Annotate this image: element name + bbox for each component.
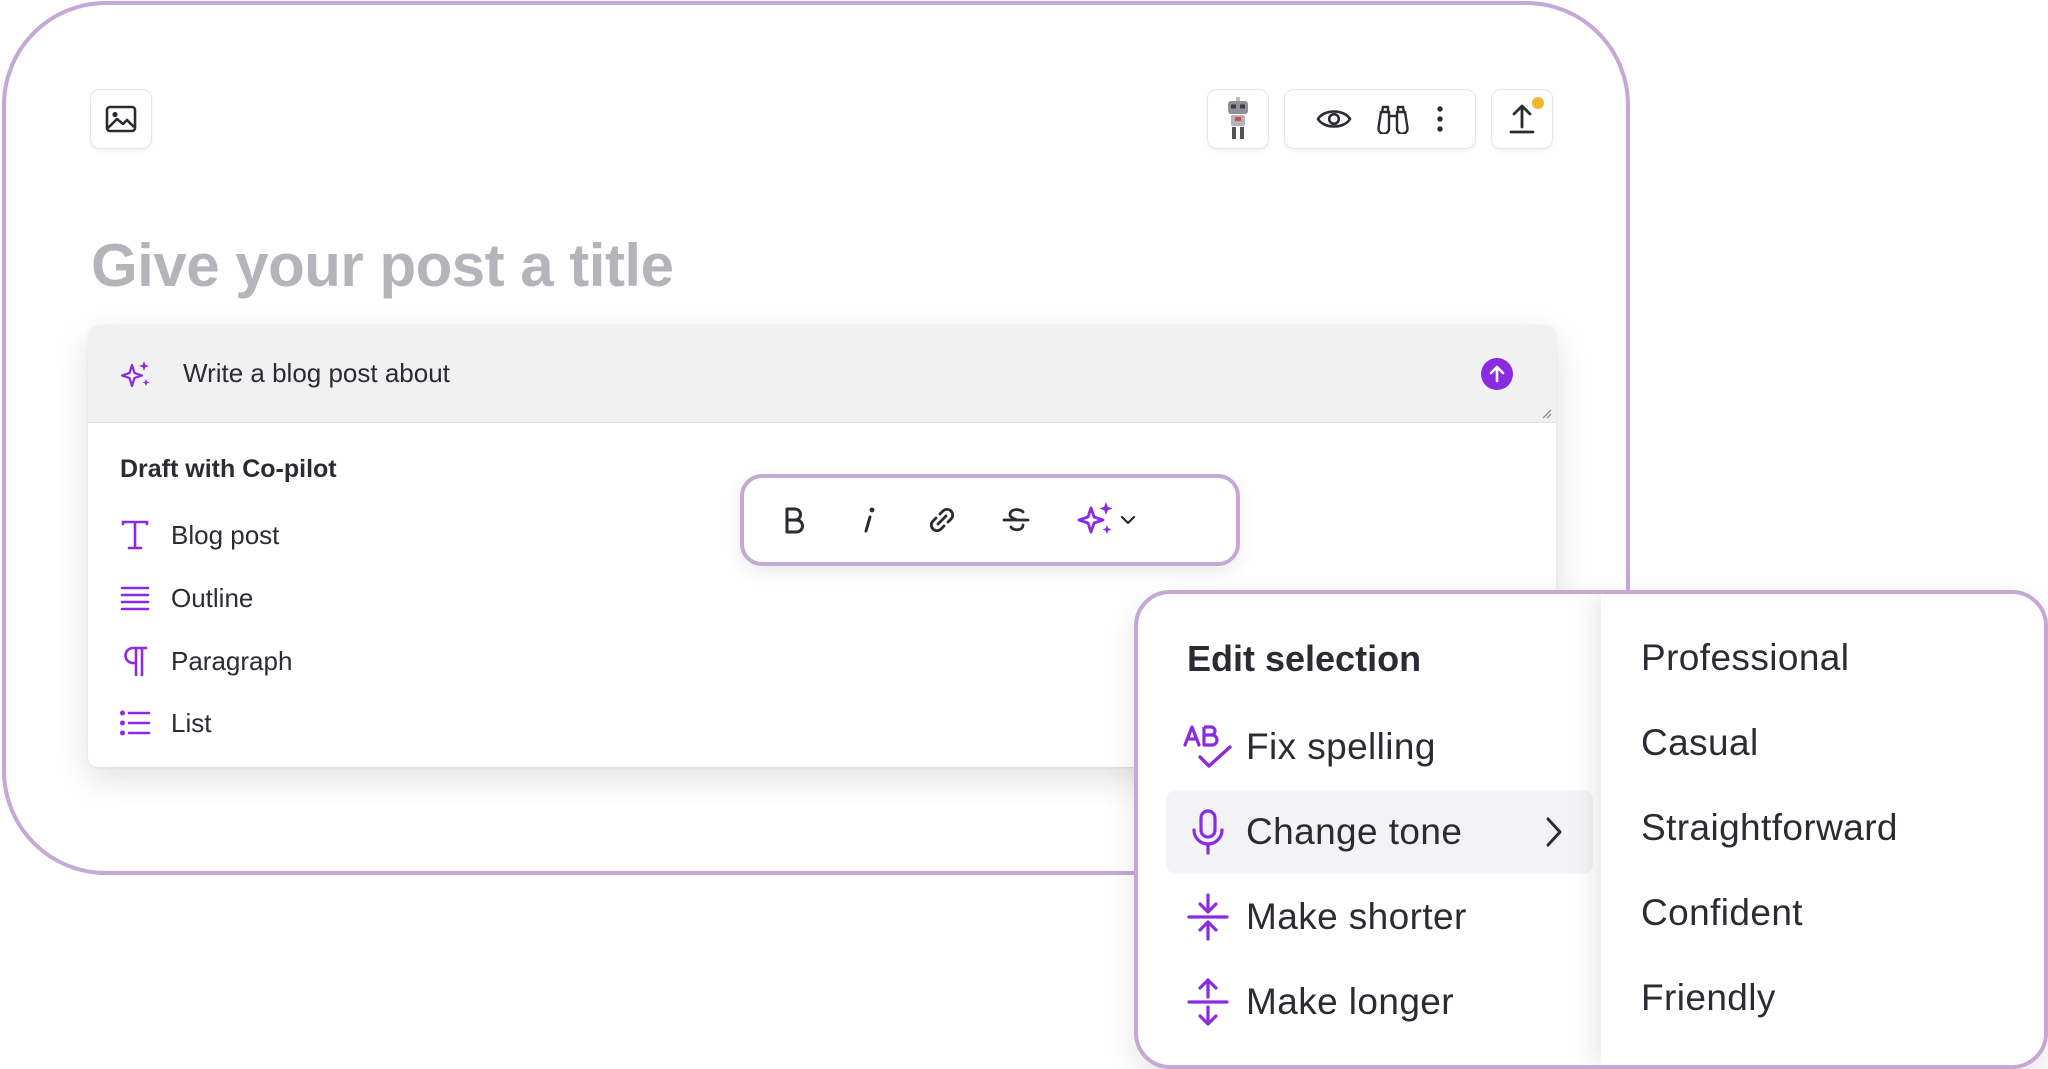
edit-selection-heading: Edit selection	[1187, 638, 1422, 679]
bullet-list-icon	[118, 706, 152, 740]
strikethrough-icon	[1002, 508, 1030, 532]
view-tools-group	[1284, 89, 1476, 149]
more-vertical-icon[interactable]	[1435, 105, 1445, 133]
submit-prompt-button[interactable]	[1481, 358, 1513, 390]
draft-item-blog-post[interactable]: Blog post	[118, 517, 279, 553]
post-title-input[interactable]: Give your post a title	[91, 231, 674, 300]
pilcrow-icon	[118, 644, 152, 678]
image-icon	[105, 105, 137, 133]
bold-button[interactable]	[770, 496, 818, 544]
spellcheck-icon	[1182, 723, 1234, 771]
lines-icon	[118, 581, 152, 615]
binoculars-icon[interactable]	[1376, 104, 1410, 134]
copilot-prompt-bar[interactable]: Write a blog post about	[88, 325, 1556, 423]
tone-item-friendly[interactable]: Friendly	[1641, 977, 1776, 1019]
link-icon	[929, 507, 955, 533]
italic-button[interactable]	[844, 496, 892, 544]
link-button[interactable]	[918, 496, 966, 544]
avatar-button[interactable]	[1207, 89, 1269, 149]
robot-avatar-icon	[1228, 97, 1248, 139]
draft-heading: Draft with Co-pilot	[120, 455, 337, 483]
menu-item-fix-spelling[interactable]: Fix spelling	[1166, 705, 1593, 789]
tone-item-casual[interactable]: Casual	[1641, 722, 1759, 764]
edit-selection-menu: Edit selection Fix spelling Change tone	[1134, 590, 2048, 1069]
ai-sparkle-icon	[1077, 502, 1113, 534]
chevron-down-icon	[1120, 515, 1136, 525]
expand-icon	[1182, 978, 1234, 1026]
bold-icon	[785, 507, 804, 534]
italic-icon	[864, 507, 875, 533]
draft-item-paragraph[interactable]: Paragraph	[118, 643, 292, 679]
chevron-right-icon	[1546, 817, 1562, 847]
insert-image-button[interactable]	[90, 89, 152, 149]
text-t-icon	[118, 518, 152, 552]
strikethrough-button[interactable]	[992, 496, 1040, 544]
sparkle-icon	[120, 361, 150, 388]
eye-icon[interactable]	[1315, 106, 1352, 132]
upload-icon	[1509, 104, 1535, 134]
menu-item-change-tone[interactable]: Change tone	[1166, 790, 1593, 874]
menu-item-make-longer[interactable]: Make longer	[1166, 960, 1593, 1044]
publish-button[interactable]	[1491, 89, 1553, 149]
copilot-prompt-input[interactable]: Write a blog post about	[183, 358, 450, 389]
microphone-icon	[1182, 808, 1234, 856]
format-toolbar	[740, 474, 1240, 566]
compress-icon	[1182, 893, 1234, 941]
menu-item-make-shorter[interactable]: Make shorter	[1166, 875, 1593, 959]
ai-actions-button[interactable]	[1066, 496, 1146, 544]
tone-item-confident[interactable]: Confident	[1641, 892, 1803, 934]
draft-item-outline[interactable]: Outline	[118, 580, 253, 616]
tone-item-professional[interactable]: Professional	[1641, 637, 1849, 679]
draft-item-list[interactable]: List	[118, 705, 211, 741]
notification-dot	[1532, 97, 1544, 109]
resize-handle-icon[interactable]	[1540, 407, 1552, 419]
arrow-up-icon	[1489, 365, 1505, 383]
tone-submenu: Professional Casual Straightforward Conf…	[1601, 594, 2044, 1065]
tone-item-straightforward[interactable]: Straightforward	[1641, 807, 1898, 849]
